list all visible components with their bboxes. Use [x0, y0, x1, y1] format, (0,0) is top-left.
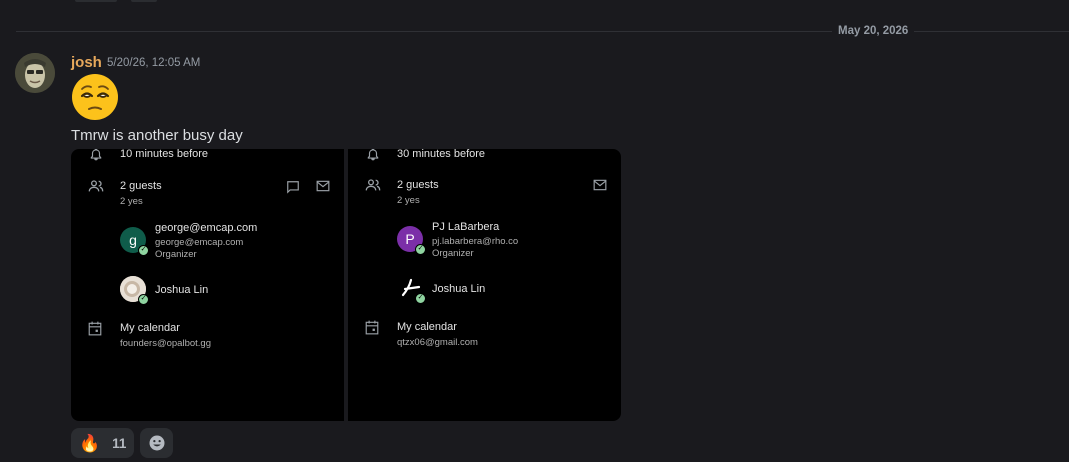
- guest-name: Joshua Lin: [432, 283, 486, 295]
- calendar-account: founders@opalbot.gg: [120, 338, 211, 349]
- mail-icon[interactable]: [316, 180, 330, 192]
- accepted-check-icon: ✓: [415, 293, 426, 304]
- message-text: Tmrw is another busy day: [71, 127, 243, 144]
- guests-title: 2 guests: [120, 180, 162, 192]
- bell-icon: [89, 149, 103, 161]
- event-card-right[interactable]: 30 minutes before 2 guests 2 yes P ✓ PJ …: [348, 149, 621, 421]
- reminder-text: 10 minutes before: [120, 149, 209, 160]
- guest-role: Organizer: [432, 248, 474, 259]
- previous-reaction-stub: [75, 0, 117, 2]
- calendar-icon: [88, 321, 102, 336]
- reaction-count: 11: [112, 435, 127, 451]
- guest-role: Organizer: [155, 249, 197, 260]
- chat-icon[interactable]: [286, 180, 300, 194]
- date-divider-label: May 20, 2026: [832, 24, 915, 38]
- mail-icon[interactable]: [593, 179, 607, 191]
- people-icon: [88, 179, 104, 193]
- previous-reaction-stub: [131, 0, 157, 2]
- guest-email: george@emcap.com: [155, 237, 244, 248]
- smiley-icon: [149, 435, 164, 451]
- calendar-icon: [365, 320, 379, 335]
- event-card-left[interactable]: 10 minutes before 2 guests 2 yes g ✓ geo…: [71, 149, 344, 421]
- reminder-text: 30 minutes before: [397, 149, 486, 160]
- accepted-check-icon: ✓: [138, 245, 149, 256]
- message-timestamp[interactable]: 5/20/26, 12:05 AM: [107, 57, 200, 69]
- fire-emoji: 🔥: [79, 433, 101, 453]
- guests-title: 2 guests: [397, 179, 439, 191]
- guest-email: pj.labarbera@rho.co: [432, 236, 519, 247]
- guests-subtitle: 2 yes: [397, 195, 420, 206]
- message-author[interactable]: josh: [71, 54, 102, 71]
- guests-subtitle: 2 yes: [120, 196, 143, 207]
- guest-name: george@emcap.com: [155, 222, 258, 234]
- calendar-title: My calendar: [120, 322, 180, 334]
- accepted-check-icon: ✓: [138, 294, 149, 305]
- guest-name: PJ LaBarbera: [432, 221, 500, 233]
- guest-name: Joshua Lin: [155, 284, 209, 296]
- calendar-title: My calendar: [397, 321, 457, 333]
- user-avatar[interactable]: [15, 53, 55, 93]
- relieved-face-emoji[interactable]: [71, 73, 119, 121]
- avatar-image: [15, 53, 55, 93]
- calendar-account: qtzx06@gmail.com: [397, 337, 478, 348]
- reaction-fire[interactable]: 🔥 11: [71, 428, 134, 458]
- add-reaction-button[interactable]: [140, 428, 173, 458]
- accepted-check-icon: ✓: [415, 244, 426, 255]
- people-icon: [365, 178, 381, 192]
- bell-icon: [366, 149, 380, 161]
